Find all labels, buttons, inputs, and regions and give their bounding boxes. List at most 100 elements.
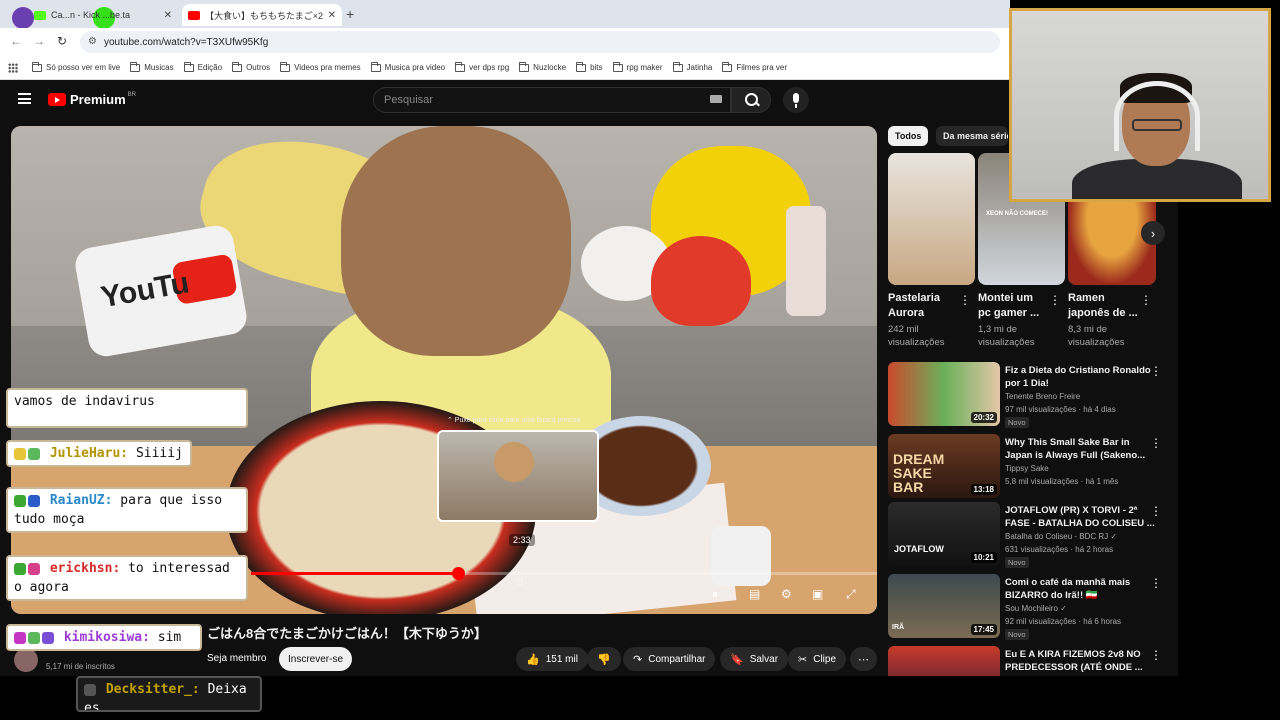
chat-text: to interessad o agora (14, 561, 230, 595)
short-title[interactable]: Ramen japonês de ... (1068, 291, 1138, 321)
folder-icon (455, 61, 466, 72)
bookmark-label: Só posso ver em live (46, 63, 121, 72)
folder-icon (370, 61, 381, 72)
short-overlay-text: XEON NÃO COMECE! (986, 211, 1049, 217)
short-title[interactable]: Pastelaria Aurora (888, 291, 958, 321)
bookmark-item[interactable]: Musica pra video (370, 61, 445, 72)
search-icon[interactable] (731, 87, 771, 113)
bookmark-item[interactable]: Outros (232, 61, 271, 72)
mic-icon[interactable] (783, 87, 809, 113)
clip-button[interactable]: ✂ Clipe (788, 647, 847, 671)
bookmark-label: Outros (246, 63, 271, 72)
chevron-right-icon[interactable]: › (1141, 221, 1165, 245)
search-input[interactable]: Pesquisar (373, 87, 731, 113)
yt-header: Premium BR Pesquisar (0, 80, 1178, 118)
more-icon[interactable]: ⋮ (1140, 293, 1152, 307)
more-icon[interactable]: ⋮ (1150, 576, 1162, 590)
progress-bar[interactable] (251, 567, 877, 580)
settings-icon[interactable]: ⚙ (781, 587, 792, 601)
like-button[interactable]: 👍 151 mil (516, 647, 588, 671)
view-info: 97 mil visualizações · há 4 dias (1005, 405, 1116, 414)
badge-icon (28, 631, 40, 644)
chip-same-series[interactable]: Da mesma série (936, 126, 1008, 146)
miniplayer-icon[interactable]: ▣ (812, 587, 823, 601)
bookmark-item[interactable]: Só posso ver em live (32, 61, 121, 72)
more-icon[interactable]: ⋮ (1049, 293, 1061, 307)
folder-icon (280, 61, 291, 72)
keyboard-icon[interactable] (710, 95, 722, 103)
channel-name: Tippsy Sake (1005, 464, 1049, 473)
folder-icon (576, 61, 587, 72)
progress-scrubber[interactable] (451, 567, 465, 580)
channel-avatar[interactable] (14, 648, 38, 672)
new-badge: Novo (1005, 417, 1029, 428)
bookmark-item[interactable]: Musicas (130, 61, 174, 72)
bookmark-item[interactable]: Nuzlocke (519, 61, 567, 72)
bookmark-item[interactable]: rpg maker (612, 61, 663, 72)
reload-icon[interactable]: ↻ (57, 34, 67, 48)
fullscreen-icon[interactable]: ⤢ (846, 587, 856, 602)
share-button[interactable]: ↷ Compartilhar (623, 647, 716, 671)
bookmark-item[interactable]: Edição (183, 61, 222, 72)
badge-icon (28, 447, 40, 460)
more-icon[interactable]: ⋮ (1150, 504, 1162, 518)
seek-time: 2:33 (509, 534, 535, 546)
recommendation-item[interactable]: JOTAFLOW 10:21 JOTAFLOW (PR) X TORVI - 2… (888, 502, 1168, 568)
dislike-button[interactable]: 👎 (587, 647, 621, 671)
short-thumbnail[interactable] (888, 153, 975, 285)
short-title[interactable]: Montei um pc gamer ... (978, 291, 1048, 321)
save-button[interactable]: 🔖 Salvar (720, 647, 789, 671)
youtube-logo[interactable]: Premium BR (48, 92, 136, 107)
recommendation-item[interactable]: DREAM SAKE BAR 13:18 Why This Small Sake… (888, 434, 1168, 498)
bookmark-item[interactable]: Videos pra memes (280, 61, 361, 72)
tab-youtube[interactable]: 【大食い】もちもちたまご×20とごはん ✕ (182, 4, 342, 26)
site-settings-icon[interactable]: ⚙ (88, 36, 97, 47)
bookmark-item[interactable]: ver dps rpg (455, 61, 509, 72)
menu-icon[interactable] (18, 93, 31, 104)
badge-icon (28, 494, 40, 507)
view-info: 631 visualizações · há 2 horas (1005, 545, 1114, 554)
bookmark-item[interactable]: bits (576, 61, 603, 72)
pause-icon[interactable]: ⏸ (712, 587, 718, 602)
short-views: 1,3 mi de visualizações (978, 324, 1035, 348)
channel-name: Tenente Breno Freire (1005, 392, 1081, 401)
back-icon[interactable]: ← (10, 34, 22, 48)
subtitles-icon[interactable]: ▤ (749, 587, 760, 601)
bookmark-label: Nuzlocke (533, 63, 567, 72)
subscribe-button[interactable]: Inscrever-se (279, 647, 352, 671)
duration-badge: 13:18 (970, 484, 997, 495)
seek-hint: ⌃ Puxe para cima para uma busca precisa (447, 417, 581, 424)
badge-icon (84, 683, 96, 696)
more-button[interactable]: ⋯ (850, 647, 877, 671)
close-icon[interactable]: ✕ (164, 10, 172, 21)
url-input[interactable]: ⚙ youtube.com/watch?v=T3XUfw95Kfg (80, 31, 1000, 53)
recommendation-item[interactable]: 20:32 Fiz a Dieta do Cristiano Ronaldo p… (888, 362, 1168, 428)
chip-all[interactable]: Todos (888, 126, 929, 146)
recommendation-item[interactable]: IRÃ 17:45 Comi o café da manhã mais BIZA… (888, 574, 1168, 640)
tab-kick[interactable]: Ca...n - Kick ...be.ta ✕ (28, 4, 178, 26)
more-icon[interactable]: ⋮ (1150, 364, 1162, 378)
badge-icon (14, 562, 26, 575)
more-icon[interactable]: ⋮ (1150, 648, 1162, 662)
forward-icon[interactable]: → (33, 34, 45, 48)
bookmark-item[interactable]: Jatinha (672, 61, 712, 72)
join-button[interactable]: Seja membro (207, 653, 266, 664)
chat-message: kimikosiwa: sim (6, 624, 202, 651)
pillow-text: YouTu (98, 266, 192, 315)
badge-icon (14, 494, 26, 507)
recommendation-title: JOTAFLOW (PR) X TORVI - 2ª FASE - BATALH… (1005, 505, 1155, 529)
close-icon[interactable]: ✕ (328, 10, 336, 21)
bookmark-item[interactable]: Filmes pra ver (722, 61, 787, 72)
new-tab-icon[interactable]: + (346, 6, 354, 22)
recommendation-item[interactable]: Eu E A KIRA FIZEMOS 2v8 NO PREDECESSOR (… (888, 646, 1168, 676)
more-icon[interactable]: ⋮ (959, 293, 971, 307)
apps-icon[interactable] (8, 62, 18, 73)
short-views: 242 mil visualizações (888, 324, 945, 348)
chat-text: sim (157, 630, 182, 645)
video-player[interactable]: YouTu ⌃ Puxe para cima para uma busca pr… (11, 126, 877, 614)
view-info: 92 mil visualizações · há 6 horas (1005, 617, 1122, 626)
more-icon[interactable]: ⋮ (1150, 436, 1162, 450)
bookmark-label: rpg maker (626, 63, 663, 72)
folder-icon (232, 61, 243, 72)
tab-title: 【大食い】もちもちたまご×20とごはん (205, 10, 323, 21)
